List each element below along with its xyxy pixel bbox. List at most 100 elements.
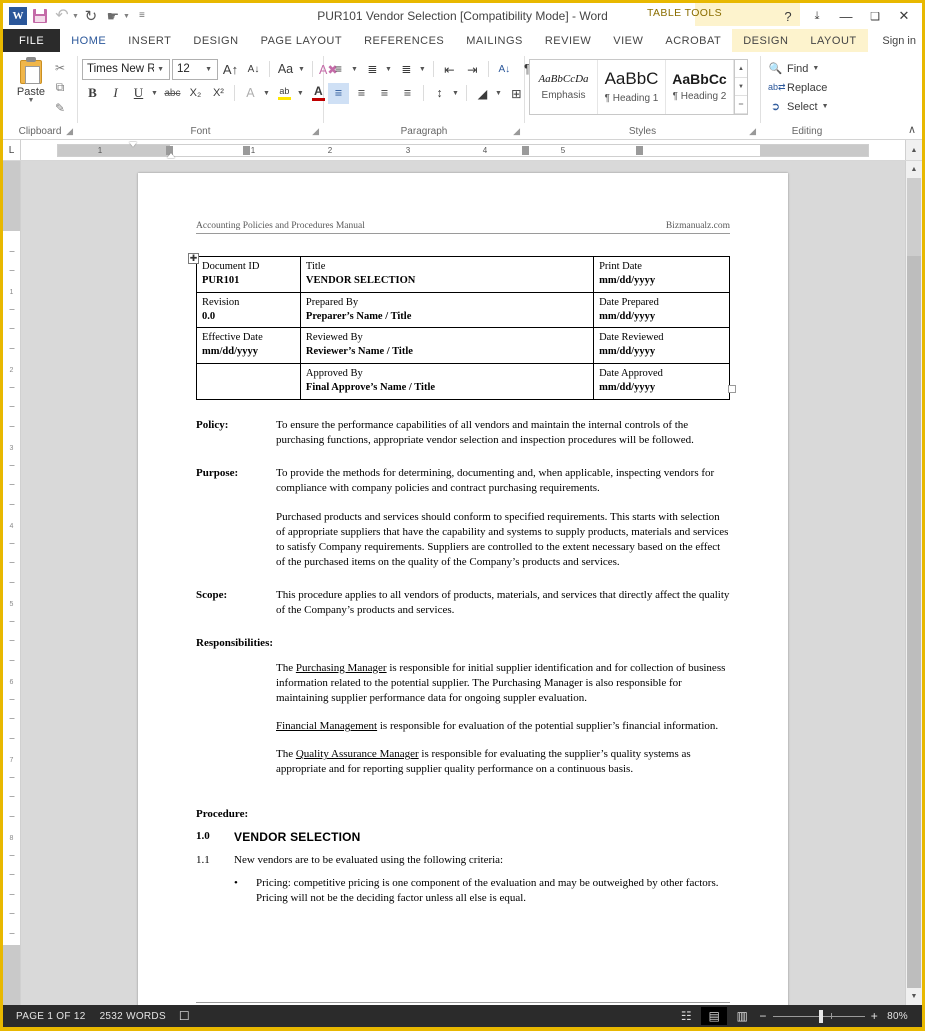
tab-design[interactable]: DESIGN (182, 29, 249, 52)
numbering-button[interactable]: ≣ (362, 59, 383, 80)
word-app-icon[interactable]: W (8, 6, 28, 26)
tab-home[interactable]: HOME (60, 29, 118, 53)
numbering-caret[interactable]: ▼ (385, 66, 394, 73)
replace-button[interactable]: ab⇄ Replace (765, 78, 827, 97)
tab-review[interactable]: REVIEW (534, 29, 602, 52)
responsibilities-body[interactable]: The Purchasing Manager is responsible fo… (276, 661, 730, 778)
font-dialog-launcher[interactable]: ◢ (312, 124, 319, 138)
style-emphasis[interactable]: AaBbCcDa Emphasis (530, 60, 598, 114)
shading-button[interactable]: ◢ (472, 83, 493, 104)
cell-prepared-by[interactable]: Prepared By Preparer’s Name / Title (299, 291, 595, 329)
scroll-track[interactable] (906, 178, 922, 988)
cell-approved-by[interactable]: Approved By Final Approve’s Name / Title (299, 363, 595, 400)
highlight-caret[interactable]: ▼ (297, 90, 306, 97)
subscript-button[interactable]: X₂ (185, 83, 206, 104)
customize-qat-button[interactable]: ≡ (132, 6, 152, 26)
grow-font-button[interactable]: A↑ (220, 59, 241, 80)
cell-print-date[interactable]: Print Date mm/dd/yyyy (593, 256, 730, 293)
cell-reviewed-by[interactable]: Reviewed By Reviewer’s Name / Title (299, 327, 595, 365)
cell-date-prepared[interactable]: Date Prepared mm/dd/yyyy (593, 291, 730, 329)
tab-view[interactable]: VIEW (602, 29, 654, 52)
zoom-slider-thumb[interactable] (818, 1009, 823, 1023)
cell-revision[interactable]: Revision 0.0 (196, 291, 301, 329)
cell-document-id[interactable]: Document ID PUR101 (196, 256, 301, 293)
procedure-section-row[interactable]: 1.0 VENDOR SELECTION (196, 830, 730, 844)
find-caret[interactable]: ▼ (812, 65, 821, 72)
vertical-ruler[interactable]: 1 2 3 4 5 6 7 8 (3, 161, 21, 1005)
tab-table-design[interactable]: DESIGN (732, 29, 800, 52)
text-effects-button[interactable]: A (240, 83, 261, 104)
table-row[interactable]: Revision 0.0 Prepared By Preparer’s Name… (196, 291, 730, 329)
cell-title[interactable]: Title VENDOR SELECTION (299, 256, 595, 293)
left-indent-bottom-marker[interactable] (167, 153, 175, 158)
align-right-button[interactable]: ≡ (374, 83, 395, 104)
table-row[interactable]: Effective Date mm/dd/yyyy Reviewed By Re… (196, 327, 730, 365)
bullets-caret[interactable]: ▼ (351, 66, 360, 73)
bullets-button[interactable]: ≡ (328, 59, 349, 80)
collapse-ribbon-button[interactable]: ∧ (908, 123, 916, 136)
repeat-button[interactable]: ↻ (81, 6, 101, 26)
font-size-caret[interactable]: ▼ (202, 66, 215, 73)
page-indicator[interactable]: PAGE 1 OF 12 (9, 1011, 93, 1022)
cell-date-approved[interactable]: Date Approved mm/dd/yyyy (593, 363, 730, 400)
text-highlight-button[interactable]: ab (274, 83, 295, 104)
restore-button[interactable]: ❑ (861, 4, 889, 28)
help-button[interactable]: ? (774, 4, 802, 28)
undo-button[interactable]: ↶ (52, 6, 72, 26)
hanging-indent-marker[interactable] (243, 146, 250, 155)
styles-scroll-up-button[interactable]: ▲ (735, 60, 747, 78)
decrease-indent-button[interactable]: ⇤ (439, 59, 460, 80)
document-page[interactable]: Accounting Policies and Procedures Manua… (138, 173, 788, 1005)
tab-stop-selector[interactable]: L (3, 140, 21, 160)
paragraph-dialog-launcher[interactable]: ◢ (513, 124, 520, 138)
style-heading-2[interactable]: AaBbCc ¶ Heading 2 (666, 60, 734, 114)
line-spacing-caret[interactable]: ▼ (452, 90, 461, 97)
styles-dialog-launcher[interactable]: ◢ (749, 124, 756, 138)
read-mode-button[interactable]: ☷ (673, 1007, 699, 1025)
horizontal-ruler[interactable]: 1 1 2 3 4 5 6 (21, 140, 905, 160)
underline-button[interactable]: U (128, 83, 149, 104)
align-center-button[interactable]: ≡ (351, 83, 372, 104)
scroll-track-lower[interactable] (907, 256, 921, 988)
borders-button[interactable]: ⊞ (506, 83, 527, 104)
italic-button[interactable]: I (105, 83, 126, 104)
sign-in-link[interactable]: Sign in (876, 29, 922, 52)
policy-section[interactable]: Policy: To ensure the performance capabi… (196, 418, 730, 448)
tab-references[interactable]: REFERENCES (353, 29, 455, 52)
line-spacing-button[interactable]: ↕ (429, 83, 450, 104)
font-name-caret[interactable]: ▼ (154, 66, 167, 73)
touch-mode-button[interactable]: ☛ (103, 6, 123, 26)
financial-management-link[interactable]: Financial Management (276, 720, 377, 732)
change-case-caret[interactable]: ▼ (298, 66, 307, 73)
proofing-status-icon[interactable]: ☐ (173, 1009, 196, 1023)
font-name-combo[interactable]: Times New R‹ ▼ (82, 58, 170, 80)
undo-dropdown-caret[interactable]: ▼ (72, 13, 79, 20)
zoom-out-button[interactable]: − (759, 1009, 766, 1023)
ribbon-display-options-button[interactable]: ⤓ (803, 4, 831, 28)
zoom-in-button[interactable]: + (871, 1009, 878, 1023)
justify-button[interactable]: ≡ (397, 83, 418, 104)
paste-dropdown-caret[interactable]: ▼ (28, 97, 35, 104)
cell-empty[interactable] (196, 363, 301, 400)
scroll-up-button[interactable]: ▲ (906, 161, 922, 178)
scope-section[interactable]: Scope: This procedure applies to all ven… (196, 588, 730, 618)
multilevel-list-button[interactable]: ≣ (396, 59, 417, 80)
close-button[interactable]: ✕ (890, 4, 918, 28)
format-painter-button[interactable]: ✎ (51, 99, 69, 116)
table-move-handle[interactable]: ✚ (188, 253, 199, 264)
style-heading-1[interactable]: AaBbC ¶ Heading 1 (598, 60, 666, 114)
touch-mode-caret[interactable]: ▼ (123, 13, 130, 20)
word-count[interactable]: 2532 WORDS (93, 1011, 173, 1022)
minimize-button[interactable]: — (832, 4, 860, 28)
purchasing-manager-link[interactable]: Purchasing Manager (296, 662, 387, 674)
shrink-font-button[interactable]: A↓ (243, 59, 264, 80)
styles-scroll-down-button[interactable]: ▼ (735, 78, 747, 96)
zoom-slider-track[interactable] (772, 1009, 865, 1023)
bold-button[interactable]: B (82, 83, 103, 104)
shading-caret[interactable]: ▼ (495, 90, 504, 97)
scroll-thumb[interactable] (907, 178, 921, 256)
select-button[interactable]: ➲ Select ▼ (765, 97, 831, 116)
quality-assurance-manager-link[interactable]: Quality Assurance Manager (296, 748, 419, 760)
tab-table-layout[interactable]: LAYOUT (799, 29, 868, 52)
table-row[interactable]: Approved By Final Approve’s Name / Title… (196, 363, 730, 400)
